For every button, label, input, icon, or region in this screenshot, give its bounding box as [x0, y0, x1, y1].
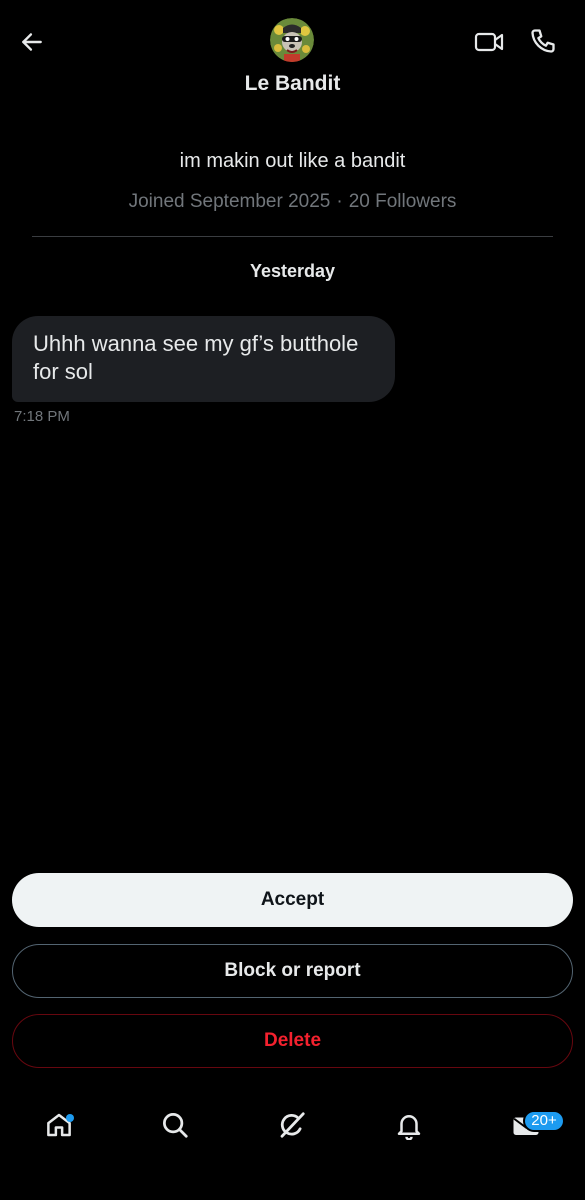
profile-bio: im makin out like a bandit: [179, 150, 406, 172]
nav-home[interactable]: [36, 1102, 82, 1148]
joined-date: Joined September 2025: [128, 191, 331, 212]
nav-notifications[interactable]: [386, 1102, 432, 1148]
voice-call-button[interactable]: [524, 22, 562, 60]
nav-messages[interactable]: 20+: [503, 1102, 565, 1148]
grok-icon: [280, 1112, 305, 1138]
bottom-nav: 20+: [0, 1090, 585, 1160]
back-button[interactable]: [14, 24, 50, 60]
arrow-left-icon: [22, 33, 42, 51]
divider: [32, 236, 553, 237]
conversation-title[interactable]: Le Bandit: [0, 72, 585, 96]
nav-grok[interactable]: [269, 1102, 315, 1148]
day-label: Yesterday: [249, 261, 336, 281]
nav-search[interactable]: [152, 1102, 198, 1148]
messages-badge: 20+: [523, 1110, 565, 1132]
meta-separator: ·: [336, 191, 343, 212]
bell-icon: [397, 1115, 421, 1140]
message-timestamp: 7:18 PM: [14, 408, 70, 425]
delete-button[interactable]: Delete: [12, 1014, 573, 1068]
profile-meta: Joined September 2025 · 20 Followers: [0, 191, 585, 213]
avatar[interactable]: [270, 18, 314, 62]
home-unread-dot: [66, 1114, 74, 1122]
block-or-report-button[interactable]: Block or report: [12, 944, 573, 998]
video-call-button[interactable]: [470, 24, 508, 60]
bandit-avatar-image: [270, 18, 314, 62]
message-bubble[interactable]: Uhhh wanna see my gf’s butthole for sol: [12, 316, 395, 402]
accept-button[interactable]: Accept: [12, 873, 573, 927]
followers-count[interactable]: 20 Followers: [349, 191, 457, 212]
video-camera-icon: [474, 32, 504, 52]
search-icon: [163, 1113, 188, 1138]
phone-icon: [531, 29, 555, 53]
